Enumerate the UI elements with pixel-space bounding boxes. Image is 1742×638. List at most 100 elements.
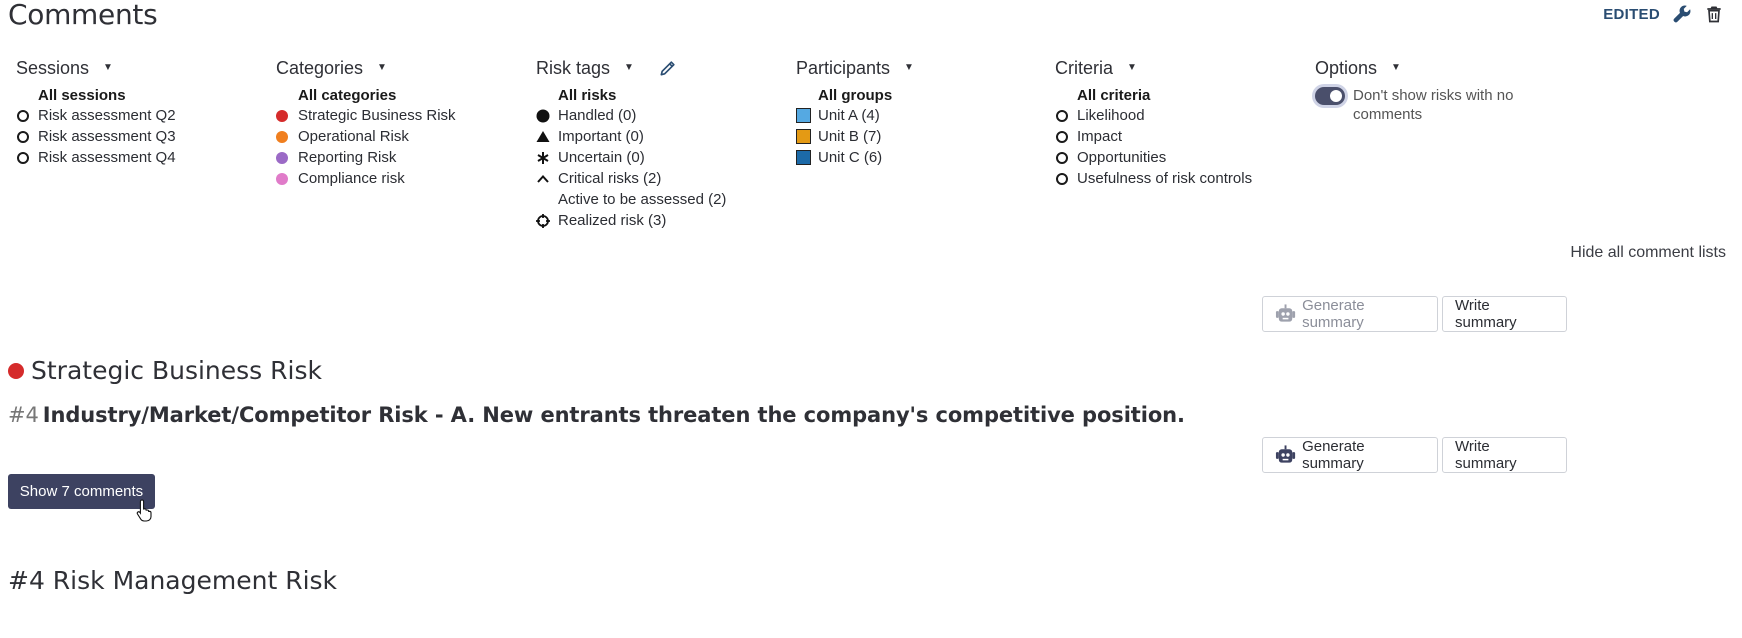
radio-icon xyxy=(1056,109,1068,122)
category-color-dot xyxy=(276,151,288,164)
options-label: Options xyxy=(1315,57,1378,78)
group-color-square xyxy=(796,129,811,144)
risk-tag-option[interactable]: Active to be assessed (2) xyxy=(536,189,726,210)
risk-tags-filter: Risk tags ▼ All risks Handled (0) Import… xyxy=(536,56,726,231)
criteria-option[interactable]: Impact xyxy=(1055,126,1252,147)
group-option[interactable]: Unit A (4) xyxy=(796,105,914,126)
categories-label: Categories xyxy=(276,57,364,78)
pencil-icon[interactable] xyxy=(658,58,678,78)
generate-summary-label: Generate summary xyxy=(1302,438,1365,472)
caret-down-icon: ▼ xyxy=(624,61,634,73)
risk-number: #4 xyxy=(8,403,39,427)
session-option-label: Risk assessment Q4 xyxy=(38,149,176,166)
all-criteria-option[interactable]: All criteria xyxy=(1055,86,1252,105)
risk-tag-option[interactable]: Uncertain (0) xyxy=(536,147,726,168)
category-section-title: Strategic Business Risk xyxy=(8,356,322,385)
filled-circle-icon xyxy=(536,109,550,122)
asterisk-icon xyxy=(537,151,549,164)
triangle-icon xyxy=(536,130,550,142)
radio-icon xyxy=(1056,172,1068,185)
caret-down-icon: ▼ xyxy=(1127,61,1137,73)
criteria-filter: Criteria ▼ All criteria Likelihood Impac… xyxy=(1055,56,1252,189)
criteria-dropdown[interactable]: Criteria ▼ xyxy=(1055,56,1252,80)
write-summary-label: Write summary xyxy=(1455,297,1517,331)
wrench-icon[interactable] xyxy=(1672,4,1692,24)
category-color-dot xyxy=(276,109,288,122)
all-groups-option[interactable]: All groups xyxy=(796,86,914,105)
all-sessions-option[interactable]: All sessions xyxy=(16,86,176,105)
risk-tag-label: Critical risks (2) xyxy=(558,170,662,187)
write-summary-button[interactable]: Write summary xyxy=(1442,437,1567,473)
category-title-text: Strategic Business Risk xyxy=(31,356,322,385)
session-option-label: Risk assessment Q3 xyxy=(38,128,176,145)
write-summary-label: Write summary xyxy=(1455,438,1517,472)
categories-filter: Categories ▼ All categories Strategic Bu… xyxy=(276,56,456,189)
options-filter: Options ▼ Don't show risks with no comme… xyxy=(1315,56,1523,124)
radio-icon xyxy=(1056,151,1068,164)
crosshair-icon xyxy=(536,213,550,228)
category-option-label: Reporting Risk xyxy=(298,149,397,166)
category-option[interactable]: Reporting Risk xyxy=(276,147,456,168)
risk-tags-dropdown[interactable]: Risk tags ▼ xyxy=(536,58,634,79)
show-comments-button[interactable]: Show 7 comments xyxy=(8,474,155,509)
categories-dropdown[interactable]: Categories ▼ xyxy=(276,56,456,80)
all-categories-option[interactable]: All categories xyxy=(276,86,456,105)
category-color-dot xyxy=(276,130,288,143)
category-option[interactable]: Strategic Business Risk xyxy=(276,105,456,126)
trash-icon[interactable] xyxy=(1704,4,1724,24)
group-color-square xyxy=(796,108,811,123)
options-dropdown[interactable]: Options ▼ xyxy=(1315,56,1523,80)
category-option[interactable]: Operational Risk xyxy=(276,126,456,147)
participants-filter: Participants ▼ All groups Unit A (4) Uni… xyxy=(796,56,914,168)
header-actions: EDITED xyxy=(1603,4,1724,24)
participants-label: Participants xyxy=(796,57,891,78)
criteria-option[interactable]: Opportunities xyxy=(1055,147,1252,168)
risk-tag-label: Handled (0) xyxy=(558,107,637,124)
risk-tag-option[interactable]: Handled (0) xyxy=(536,105,726,126)
risk-tag-option[interactable]: Realized risk (3) xyxy=(536,210,726,231)
category-option[interactable]: Compliance risk xyxy=(276,168,456,189)
write-summary-button[interactable]: Write summary xyxy=(1442,296,1567,332)
group-option[interactable]: Unit C (6) xyxy=(796,147,914,168)
session-option[interactable]: Risk assessment Q4 xyxy=(16,147,176,168)
sessions-dropdown[interactable]: Sessions ▼ xyxy=(16,56,176,80)
robot-icon xyxy=(1275,304,1296,322)
hide-empty-risks-label: Don't show risks with no comments xyxy=(1353,87,1514,123)
session-option[interactable]: Risk assessment Q3 xyxy=(16,126,176,147)
group-color-square xyxy=(796,150,811,165)
risk-tag-option[interactable]: Important (0) xyxy=(536,126,726,147)
radio-icon xyxy=(17,151,29,164)
next-risk-title: #4 Risk Management Risk xyxy=(8,566,338,595)
group-option-label: Unit A (4) xyxy=(818,107,880,124)
caret-down-icon: ▼ xyxy=(103,61,113,73)
participants-dropdown[interactable]: Participants ▼ xyxy=(796,56,914,80)
hide-empty-risks-toggle[interactable] xyxy=(1315,87,1345,105)
criteria-option-label: Usefulness of risk controls xyxy=(1077,170,1253,187)
criteria-option[interactable]: Likelihood xyxy=(1055,105,1252,126)
session-option[interactable]: Risk assessment Q2 xyxy=(16,105,176,126)
criteria-option-label: Impact xyxy=(1077,128,1123,145)
edited-status: EDITED xyxy=(1603,5,1660,23)
risk-tag-label: Realized risk (3) xyxy=(558,212,667,229)
category-option-label: Operational Risk xyxy=(298,128,409,145)
group-option-label: Unit B (7) xyxy=(818,128,882,145)
risk-title: #4 Industry/Market/Competitor Risk - A. N… xyxy=(8,403,1185,427)
generate-summary-button[interactable]: Generate summary xyxy=(1262,296,1438,332)
group-option-label: Unit C (6) xyxy=(818,149,883,166)
risk-tag-label: Uncertain (0) xyxy=(558,149,645,166)
category-color-dot xyxy=(276,172,288,185)
sessions-filter: Sessions ▼ All sessions Risk assessment … xyxy=(16,56,176,168)
category-option-label: Strategic Business Risk xyxy=(298,107,456,124)
hide-all-comment-lists-link[interactable]: Hide all comment lists xyxy=(1570,244,1726,262)
group-option[interactable]: Unit B (7) xyxy=(796,126,914,147)
all-risks-option[interactable]: All risks xyxy=(536,86,726,105)
criteria-option-label: Opportunities xyxy=(1077,149,1167,166)
risk-tags-label: Risk tags xyxy=(536,57,611,78)
radio-icon xyxy=(17,130,29,143)
criteria-option-label: Likelihood xyxy=(1077,107,1145,124)
criteria-option[interactable]: Usefulness of risk controls xyxy=(1055,168,1252,189)
generate-summary-button[interactable]: Generate summary xyxy=(1262,437,1438,473)
risk-tag-option[interactable]: Critical risks (2) xyxy=(536,168,726,189)
risk-tag-label: Important (0) xyxy=(558,128,644,145)
robot-icon xyxy=(1275,445,1296,463)
